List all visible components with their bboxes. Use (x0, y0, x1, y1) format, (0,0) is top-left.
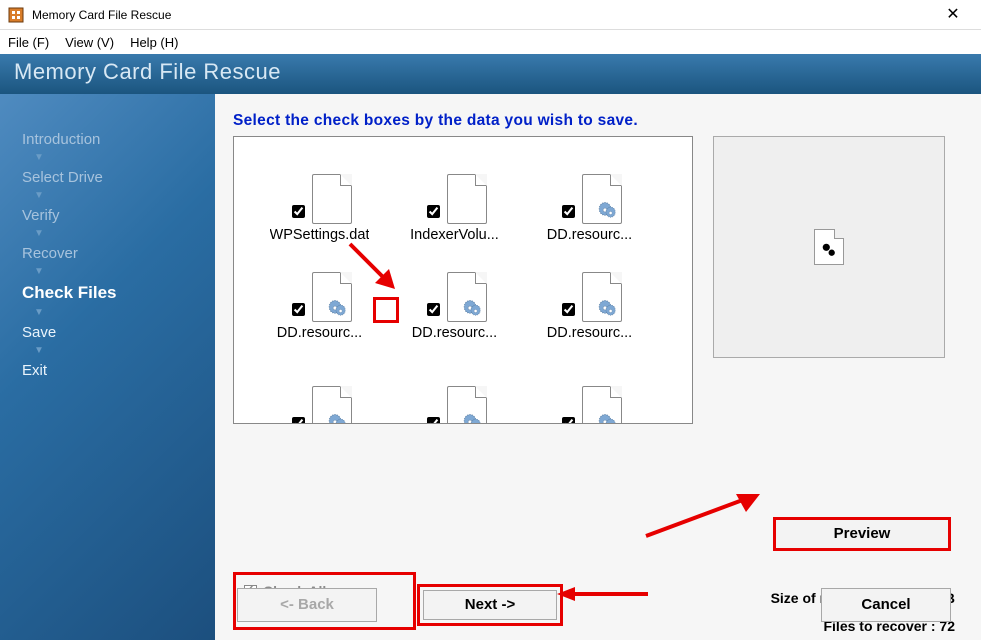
file-icon (312, 272, 352, 322)
step-verify: Verify (22, 205, 215, 224)
gear-icon (820, 241, 838, 259)
file-checkbox[interactable] (562, 303, 575, 316)
preview-placeholder (713, 136, 945, 358)
file-item[interactable]: WPSettings.dat (252, 145, 387, 243)
gear-icon (598, 200, 618, 220)
file-checkbox[interactable] (427, 303, 440, 316)
next-button[interactable]: Next -> (423, 590, 557, 620)
wizard-sidebar: Introduction ▼ Select Drive ▼ Verify ▼ R… (0, 94, 215, 640)
back-button[interactable]: <- Back (237, 588, 377, 622)
main-panel: Select the check boxes by the data you w… (215, 94, 981, 640)
next-button-highlight: Next -> (417, 584, 563, 626)
chevron-down-icon: ▼ (22, 303, 215, 322)
file-icon (582, 174, 622, 224)
menu-bar: File (F) View (V) Help (H) (0, 30, 981, 54)
title-bar: Memory Card File Rescue ✕ (0, 0, 981, 30)
gear-icon (598, 298, 618, 318)
file-item[interactable] (522, 341, 657, 423)
step-check-files: Check Files (22, 281, 215, 303)
file-checkbox[interactable] (562, 205, 575, 218)
menu-view[interactable]: View (V) (65, 35, 114, 50)
chevron-down-icon: ▼ (22, 262, 215, 281)
menu-help[interactable]: Help (H) (130, 35, 178, 50)
file-item[interactable]: DD.resourc... (387, 243, 522, 341)
file-icon (447, 272, 487, 322)
instruction-text: Select the check boxes by the data you w… (233, 112, 959, 130)
file-checkbox[interactable] (292, 417, 305, 423)
file-list[interactable]: WPSettings.dat IndexerVolu... DD.resourc..… (233, 136, 693, 424)
annotation-arrow (638, 486, 768, 546)
step-introduction: Introduction (22, 129, 215, 148)
gear-icon (463, 412, 483, 423)
file-icon (312, 174, 352, 224)
chevron-down-icon: ▼ (22, 341, 215, 360)
file-name: DD.resourc... (547, 227, 632, 243)
file-checkbox[interactable] (292, 303, 305, 316)
file-name: IndexerVolu... (410, 227, 499, 243)
file-item[interactable] (252, 341, 387, 423)
preview-button[interactable]: Preview (773, 517, 951, 551)
step-recover: Recover (22, 243, 215, 262)
file-icon (447, 386, 487, 423)
file-name: DD.resourc... (412, 325, 497, 341)
step-save: Save (22, 322, 215, 341)
file-checkbox[interactable] (292, 205, 305, 218)
file-name: DD.resourc... (277, 325, 362, 341)
file-name: DD.resourc... (547, 325, 632, 341)
file-item[interactable]: IndexerVolu... (387, 145, 522, 243)
file-item[interactable]: DD.resourc... (252, 243, 387, 341)
gear-icon (598, 412, 618, 423)
close-icon[interactable]: ✕ (933, 7, 973, 23)
banner-title: Memory Card File Rescue (14, 59, 281, 84)
gear-icon (328, 412, 348, 423)
file-icon (582, 272, 622, 322)
file-item[interactable] (387, 341, 522, 423)
menu-file[interactable]: File (F) (8, 35, 49, 50)
banner: Memory Card File Rescue (0, 54, 981, 94)
file-icon (582, 386, 622, 423)
step-select-drive: Select Drive (22, 167, 215, 186)
window-title: Memory Card File Rescue (32, 8, 171, 22)
file-item[interactable]: DD.resourc... (522, 145, 657, 243)
file-checkbox[interactable] (427, 205, 440, 218)
file-item[interactable]: DD.resourc... (522, 243, 657, 341)
file-checkbox[interactable] (427, 417, 440, 423)
chevron-down-icon: ▼ (22, 148, 215, 167)
file-icon (447, 174, 487, 224)
gear-icon (328, 298, 348, 318)
step-exit: Exit (22, 360, 215, 379)
file-checkbox[interactable] (562, 417, 575, 423)
chevron-down-icon: ▼ (22, 186, 215, 205)
gear-icon (463, 298, 483, 318)
file-name: WPSettings.dat (270, 227, 370, 243)
annotation-arrow (553, 584, 653, 604)
chevron-down-icon: ▼ (22, 224, 215, 243)
app-icon (8, 7, 24, 23)
cancel-button[interactable]: Cancel (821, 588, 951, 622)
file-icon (312, 386, 352, 423)
